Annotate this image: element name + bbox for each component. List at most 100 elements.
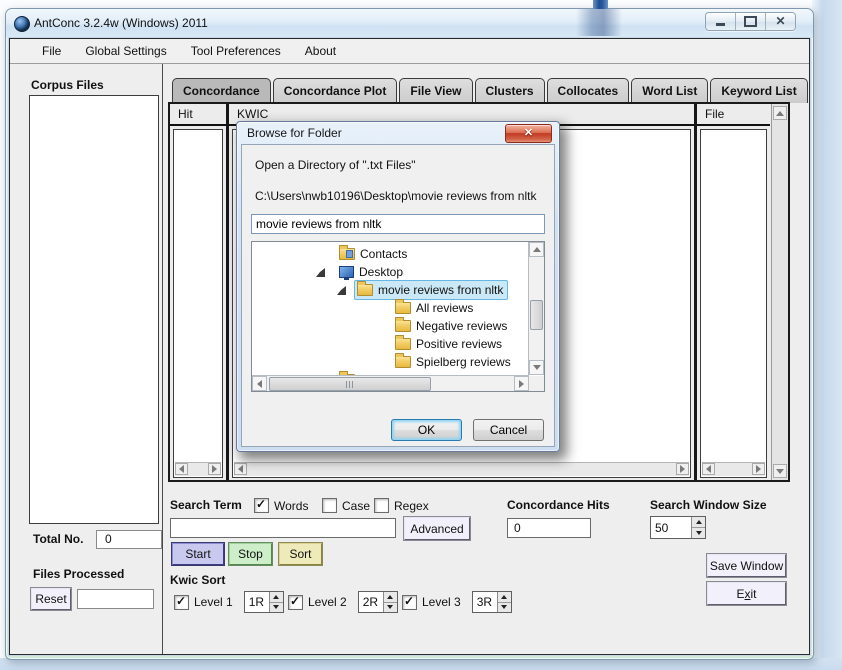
reset-button[interactable]: Reset (31, 588, 71, 610)
minimize-button[interactable] (706, 13, 736, 30)
folder-icon (395, 320, 411, 332)
level-2-value: 2R (363, 592, 378, 612)
scroll-left-icon[interactable] (175, 463, 188, 475)
file-list[interactable] (700, 129, 767, 478)
tree-item-contacts[interactable]: Contacts (252, 245, 529, 263)
spin-up-icon[interactable] (384, 592, 397, 603)
level-3-checkbox[interactable] (402, 595, 417, 610)
level-3-spinner[interactable]: 3R (472, 591, 512, 613)
tree-hscroll-thumb[interactable] (269, 377, 431, 391)
menu-about[interactable]: About (293, 40, 348, 63)
spin-down-icon[interactable] (498, 603, 511, 613)
tree-item-desktop[interactable]: Desktop (252, 263, 529, 281)
menu-file[interactable]: File (30, 40, 73, 63)
dialog-close-button[interactable]: ✕ (505, 124, 552, 143)
tab-keyword-list[interactable]: Keyword List (710, 78, 807, 103)
concordance-hits-value: 0 (507, 518, 591, 538)
level-1-value: 1R (249, 592, 264, 612)
kwic-horizontal-scrollbar[interactable] (234, 462, 689, 476)
maximize-button[interactable] (736, 13, 766, 30)
menu-tool-preferences[interactable]: Tool Preferences (179, 40, 293, 63)
scroll-right-icon[interactable] (676, 463, 689, 475)
level-1-spinner[interactable]: 1R (244, 591, 284, 613)
level-2-checkbox[interactable] (288, 595, 303, 610)
kwic-sort-label: Kwic Sort (170, 573, 225, 587)
level-3-label: Level 3 (422, 595, 461, 609)
level-1-checkbox[interactable] (174, 595, 189, 610)
level-3-value: 3R (477, 592, 492, 612)
tab-concordance[interactable]: Concordance (172, 78, 271, 103)
close-button[interactable]: ✕ (766, 13, 795, 30)
tab-word-list[interactable]: Word List (631, 78, 708, 103)
total-no-value: 0 (96, 530, 162, 549)
level-2-spinner[interactable]: 2R (358, 591, 398, 613)
dialog-path: C:\Users\nwb10196\Desktop\movie reviews … (255, 189, 536, 203)
regex-checkbox[interactable] (374, 498, 389, 513)
scroll-right-icon[interactable] (208, 463, 221, 475)
save-window-button[interactable]: Save Window (707, 554, 786, 577)
tab-bar: Concordance Concordance Plot File View C… (172, 78, 810, 103)
hit-list[interactable] (173, 129, 223, 478)
tab-file-view[interactable]: File View (399, 78, 472, 103)
spin-down-icon[interactable] (270, 603, 283, 613)
scroll-right-icon[interactable] (514, 376, 529, 391)
tab-concordance-plot[interactable]: Concordance Plot (273, 78, 398, 103)
menu-global-settings[interactable]: Global Settings (73, 40, 178, 63)
minimize-icon (716, 23, 725, 26)
tree-item-negative-reviews[interactable]: Negative reviews (252, 317, 529, 335)
scroll-down-icon[interactable] (529, 360, 544, 375)
results-vertical-scrollbar[interactable] (771, 104, 788, 480)
scroll-up-icon[interactable] (529, 242, 544, 257)
folder-name-input[interactable] (251, 214, 545, 234)
cancel-button[interactable]: Cancel (473, 419, 544, 441)
tree-item-all-reviews[interactable]: All reviews (252, 299, 529, 317)
scroll-left-icon[interactable] (234, 463, 247, 475)
sort-button[interactable]: Sort (279, 543, 322, 565)
spin-up-icon[interactable] (498, 592, 511, 603)
column-header-file: File (697, 104, 770, 126)
tab-clusters[interactable]: Clusters (475, 78, 545, 103)
exit-button[interactable]: Exit (707, 582, 786, 605)
tab-collocates[interactable]: Collocates (547, 78, 630, 103)
words-checkbox[interactable] (254, 498, 269, 513)
titlebar[interactable]: AntConc 3.2.4w (Windows) 2011 ✕ (6, 9, 813, 38)
tree-vscroll-thumb[interactable] (530, 300, 543, 330)
search-window-size-label: Search Window Size (650, 498, 767, 512)
expanded-node-icon[interactable] (316, 268, 325, 277)
desktop-icon (339, 266, 354, 278)
advanced-button[interactable]: Advanced (404, 517, 470, 540)
dialog-body: Open a Directory of ".txt Files" C:\User… (241, 144, 555, 447)
dialog-close-icon: ✕ (524, 126, 533, 141)
hit-horizontal-scrollbar[interactable] (175, 462, 221, 476)
case-checkbox[interactable] (322, 498, 337, 513)
tree-item-movie-reviews[interactable]: movie reviews from nltk (252, 281, 529, 299)
kwic-level-3: Level 3 3R (402, 591, 512, 613)
ok-button[interactable]: OK (391, 419, 462, 441)
corpus-files-list[interactable] (29, 95, 159, 524)
spin-up-icon[interactable] (270, 592, 283, 603)
level-1-label: Level 1 (194, 595, 233, 609)
browse-folder-dialog: Browse for Folder ✕ Open a Directory of … (236, 121, 560, 452)
scroll-left-icon[interactable] (702, 463, 715, 475)
tree-item-positive-reviews[interactable]: Positive reviews (252, 335, 529, 353)
level-2-label: Level 2 (308, 595, 347, 609)
search-term-label: Search Term (170, 498, 242, 512)
search-window-size-spinner[interactable]: 50 (650, 516, 706, 539)
maximize-icon (744, 16, 757, 27)
tree-item-spielberg-reviews[interactable]: Spielberg reviews (252, 353, 529, 371)
scroll-right-icon[interactable] (752, 463, 765, 475)
spin-down-icon[interactable] (692, 528, 705, 538)
stop-button[interactable]: Stop (229, 543, 272, 565)
scroll-down-icon[interactable] (773, 464, 787, 478)
file-horizontal-scrollbar[interactable] (702, 462, 765, 476)
tree-horizontal-scrollbar[interactable] (252, 375, 529, 391)
tree-vertical-scrollbar[interactable] (528, 242, 544, 375)
expanded-node-icon[interactable] (337, 286, 346, 295)
spin-down-icon[interactable] (384, 603, 397, 613)
start-button[interactable]: Start (172, 543, 224, 565)
kwic-level-2: Level 2 2R (288, 591, 398, 613)
spin-up-icon[interactable] (692, 517, 705, 528)
scroll-up-icon[interactable] (773, 106, 787, 120)
scroll-left-icon[interactable] (252, 376, 267, 391)
search-input[interactable] (170, 518, 396, 538)
